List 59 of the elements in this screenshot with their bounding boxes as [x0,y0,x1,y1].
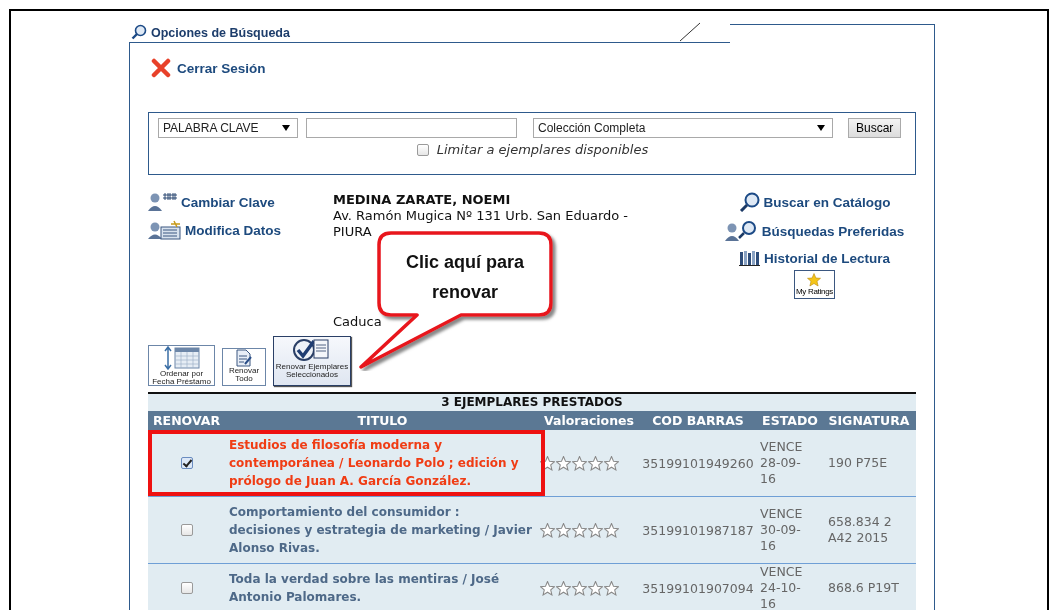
column-header: COD BARRAS [651,412,745,430]
search-button[interactable]: Buscar [848,118,902,138]
book-title-link[interactable]: Comportamiento del consumidor : decisiones y estrategia de marketing / Javier Alonso Rivas. [229,503,532,557]
book-title-link[interactable]: Toda la verdad sobre las mentiras / José Antonio Palomares. [229,570,532,606]
column-header: Valoraciones [543,412,635,430]
caret-icon [282,125,290,131]
menu-link[interactable]: Búsquedas Preferidas [724,220,905,242]
row-checkbox[interactable] [180,524,193,536]
user-name: MEDINA ZARATE, NOEMI [333,192,512,208]
star-rating[interactable] [540,455,619,471]
panel-title: Opciones de Búsqueda [151,26,290,40]
expiry-text: Caduca [333,314,383,330]
search-field[interactable] [306,118,517,138]
call-number-cell-text: 190 P75E [827,454,889,472]
menu-link[interactable]: Buscar en Catálogo [738,192,891,212]
call-number-cell-text: 868.6 P19T [827,579,900,597]
column-header: RENOVAR [151,412,221,430]
user-search-icon [724,220,759,242]
callout-text: Clic aquí para renovar [404,251,525,304]
close-icon [151,58,171,78]
row-checkbox[interactable] [180,582,193,594]
barcode-cell-text: 35199101949260 [641,454,755,473]
search-icon [738,192,761,212]
search-icon [131,24,147,40]
checkmark-icon [292,337,332,363]
field-dropdown[interactable]: PALABRA CLAVE [158,118,298,138]
caret-icon [817,125,825,131]
calendar-icon [161,346,202,370]
column-header: ESTADO [761,412,819,430]
toolbar-button[interactable]: Renovar Todo [222,348,266,386]
ratings-button[interactable]: My Ratings [794,270,835,299]
toolbar-button[interactable]: Renovar Ejemplares Seleccionados [273,336,351,386]
table-caption: 3 EJEMPLARES PRESTADOS [148,394,916,411]
checkbox-label: Limitar a ejemplares disponibles [436,142,649,157]
call-number-cell-text: 658.834 2 A42 2015 [827,513,893,547]
tab-edge [679,22,701,42]
checkbox[interactable] [416,143,429,156]
status-cell-text: VENCE 24-10-16 [759,564,804,610]
document-icon [235,349,253,367]
barcode-cell-text: 35199101907094 [641,579,755,598]
barcode-cell-text: 35199101987187 [641,521,755,540]
star-rating[interactable] [540,580,619,596]
menu-link[interactable]: Historial de Lectura [738,250,890,266]
column-header: SIGNATURA [827,412,911,430]
collection-dropdown[interactable]: Colección Completa [533,118,833,138]
star-icon [807,273,822,287]
status-cell-text: VENCE 30-09-16 [759,505,804,555]
user-address: Av. Ramón Mugica Nº 131 Urb. San Eduardo - PIURA [333,208,630,240]
row-checkbox[interactable] [180,457,193,469]
menu-link[interactable]: Modifica Datos [148,220,333,240]
status-cell-text: VENCE 28-09-16 [759,438,804,488]
user-card-icon [148,220,182,240]
logout-link[interactable]: Cerrar Sesión [148,58,266,78]
books-icon [738,250,761,266]
toolbar-button[interactable]: Ordenar por Fecha Préstamo [148,345,215,386]
column-header: TITULO [356,412,409,430]
user-key-icon [148,192,178,212]
star-rating[interactable] [540,522,619,538]
menu-link[interactable]: Cambiar Clave [148,192,333,212]
